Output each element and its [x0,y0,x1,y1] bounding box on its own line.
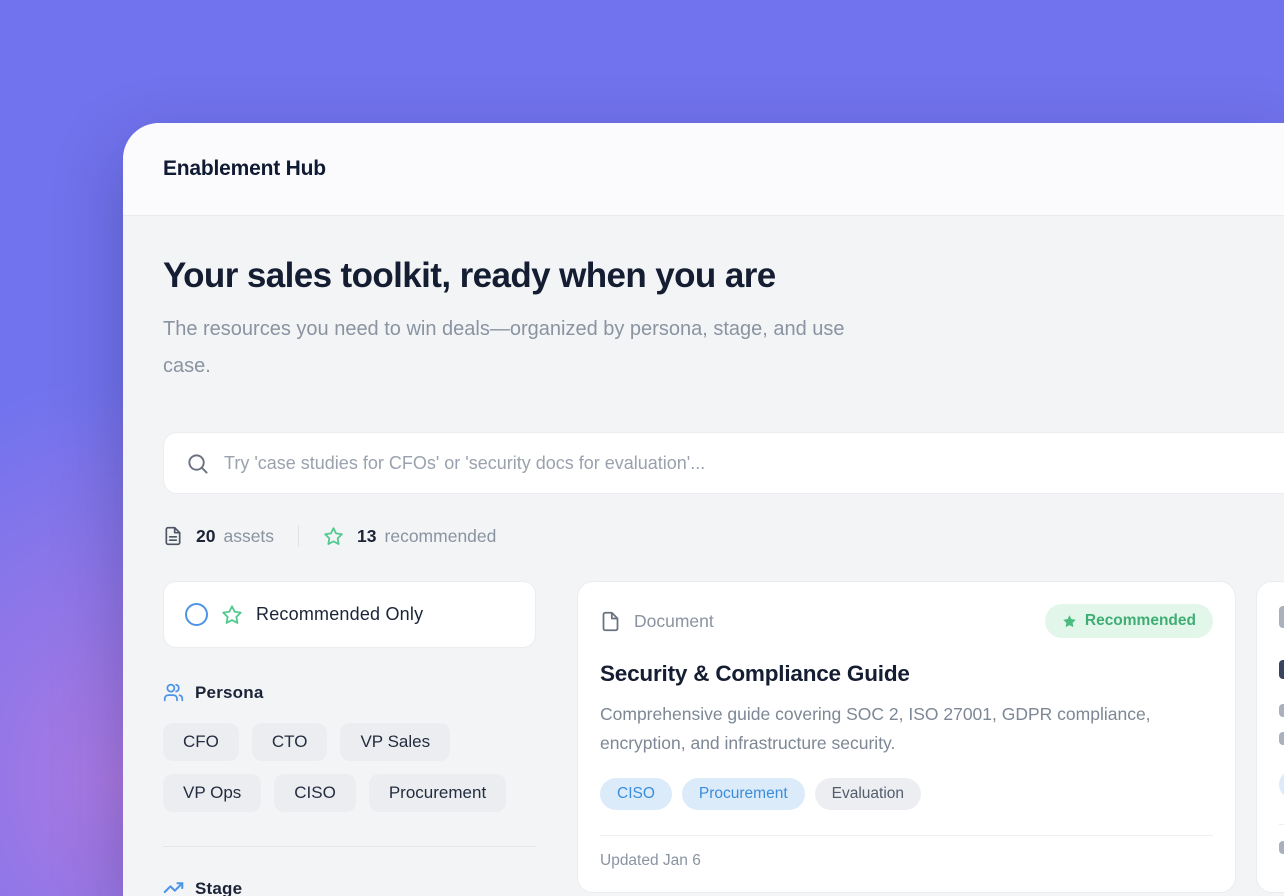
persona-section-header: Persona [163,682,536,703]
trending-up-icon [163,878,184,896]
persona-chip-procurement[interactable]: Procurement [369,774,506,812]
star-filled-icon [1062,614,1077,629]
recommended-count: 13 [357,526,376,546]
card-divider [600,835,1213,836]
file-text-icon [163,526,188,546]
card-description: Comprehensive guide covering SOC 2, ISO … [600,700,1160,758]
persona-chip-cfo[interactable]: CFO [163,723,239,761]
filters-sidebar: Recommended Only Persona CFO CTO VP Sale… [163,581,536,896]
asset-card-security-compliance-guide[interactable]: Document Recommended Security & Complian… [577,581,1236,893]
star-outline-icon [221,604,243,626]
persona-chip-vp-sales[interactable]: VP Sales [340,723,450,761]
search-input[interactable] [209,453,1109,474]
card-type-label: Document [634,611,714,632]
persona-chip-vp-ops[interactable]: VP Ops [163,774,261,812]
recommended-badge: Recommended [1045,604,1213,638]
sidebar-divider [163,846,536,847]
asset-card-partial[interactable] [1256,581,1284,893]
stats-divider [298,525,299,547]
search-icon [186,452,209,475]
page-subtitle: The resources you need to win deals—orga… [163,311,853,385]
partial-updated-fragment [1279,841,1284,854]
asset-cards-grid: Document Recommended Security & Complian… [577,581,1284,893]
recommended-only-toggle[interactable]: Recommended Only [163,581,536,648]
persona-chip-ciso[interactable]: CISO [274,774,356,812]
recommended-label: recommended [385,526,497,547]
page-title: Your sales toolkit, ready when you are [163,256,1284,296]
app-title: Enablement Hub [163,157,326,181]
card-title: Security & Compliance Guide [600,661,1213,687]
partial-title-fragment [1279,660,1284,679]
star-outline-icon [323,526,349,547]
tag-evaluation: Evaluation [815,778,921,810]
stage-section-label: Stage [195,879,242,896]
card-type: Document [600,611,714,632]
toggle-circle[interactable] [185,603,208,626]
card-tags: CISO Procurement Evaluation [600,778,1213,810]
stats-row: 20 assets 13 recommended [163,525,1284,547]
partial-card-divider [1279,824,1284,825]
card-updated: Updated Jan 6 [600,852,1213,870]
partial-tag-fragment [1279,770,1284,799]
recommended-stat: 13 recommended [323,526,496,547]
tag-procurement: Procurement [682,778,805,810]
card-top-row: Document Recommended [600,604,1213,638]
persona-chips: CFO CTO VP Sales VP Ops CISO Procurement [163,723,536,812]
partial-file-icon [1279,606,1284,628]
partial-text-fragment [1279,704,1284,717]
main-page-panel: Enablement Hub Your sales toolkit, ready… [123,123,1284,896]
users-icon [163,682,184,703]
stage-section-header: Stage [163,878,536,896]
tag-ciso: CISO [600,778,672,810]
partial-text-fragment [1279,732,1284,745]
assets-stat: 20 assets [163,526,274,547]
assets-label: assets [223,526,274,547]
persona-chip-cto[interactable]: CTO [252,723,328,761]
recommended-badge-label: Recommended [1085,612,1196,630]
recommended-only-label: Recommended Only [256,604,423,625]
page-content: Your sales toolkit, ready when you are T… [123,216,1284,896]
file-icon [600,611,621,632]
main-row: Recommended Only Persona CFO CTO VP Sale… [163,581,1284,896]
assets-count: 20 [196,526,215,546]
persona-section-label: Persona [195,683,264,703]
search-bar [163,432,1284,494]
app-header: Enablement Hub [123,123,1284,216]
